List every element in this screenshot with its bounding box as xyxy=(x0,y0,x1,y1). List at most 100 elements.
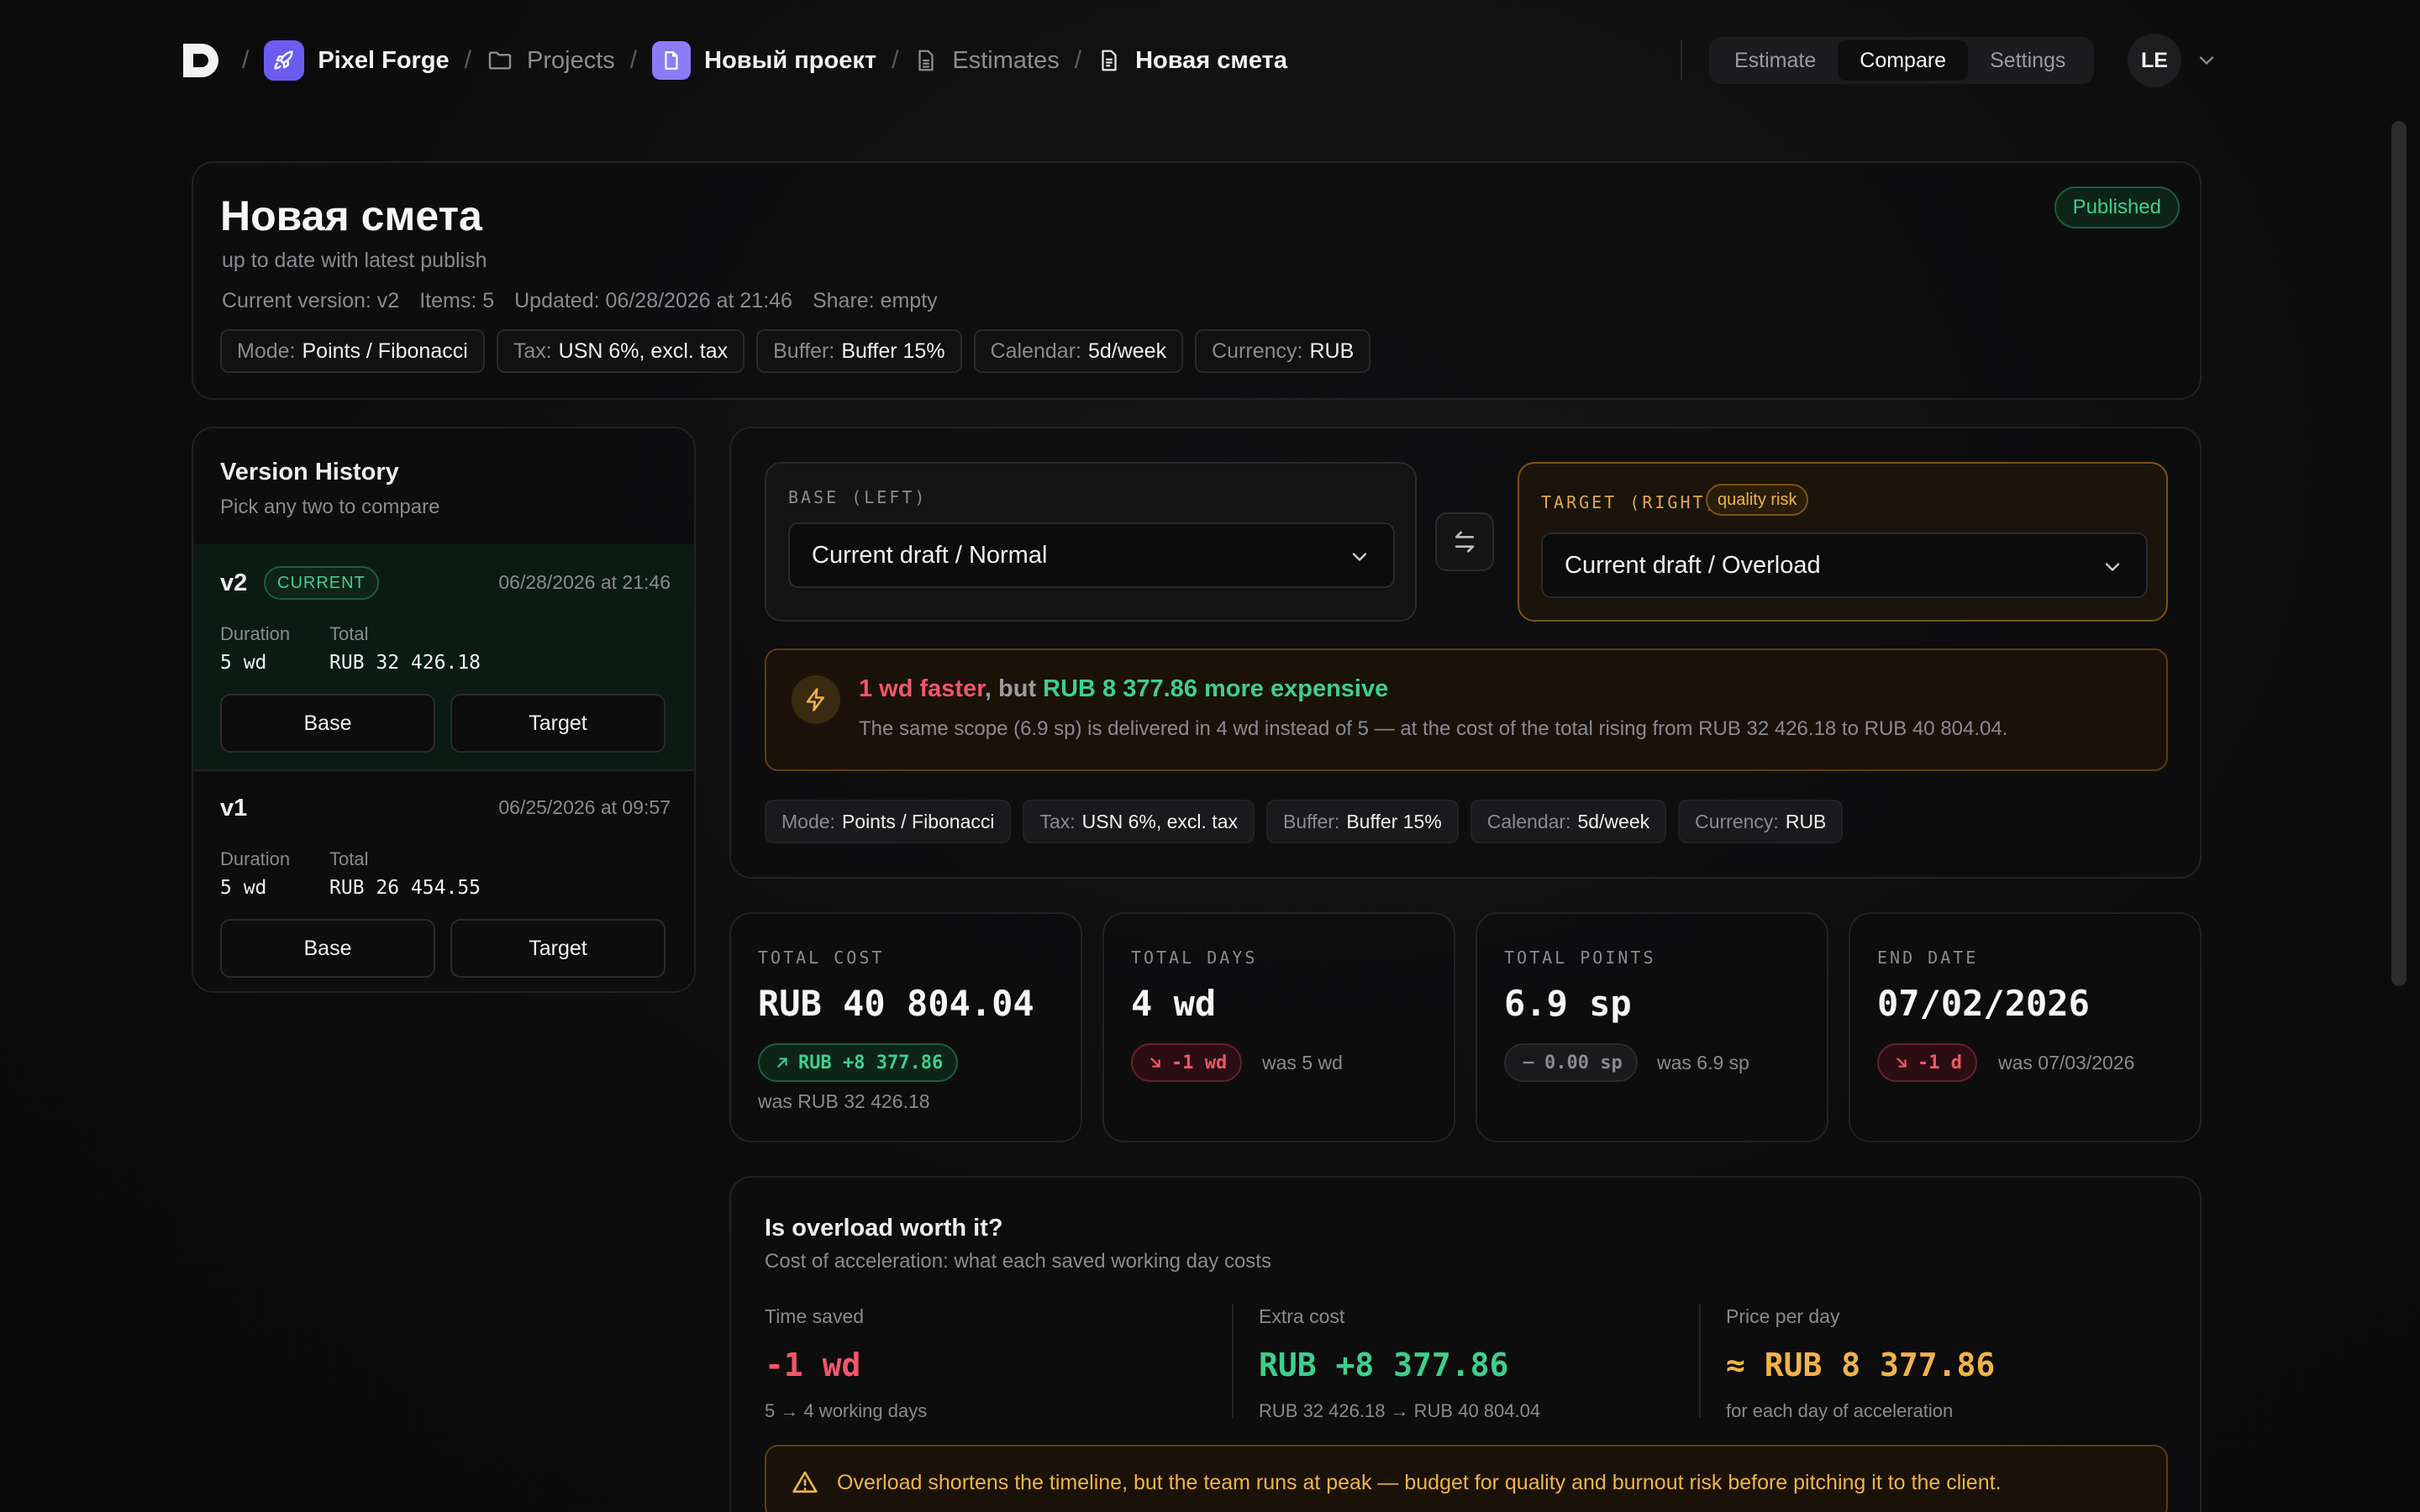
total-label: Total xyxy=(329,848,369,869)
chip-calendar: Calendar: 5d/week xyxy=(973,329,1184,373)
breadcrumb-workspace[interactable]: Pixel Forge xyxy=(264,40,450,81)
delta-badge: RUB +8 377.86 xyxy=(758,1043,959,1082)
metric-extra-cost: Extra cost RUB +8 377.86 RUB 32 426.18 →… xyxy=(1259,1305,1541,1421)
version-total: RUB 32 426.18 xyxy=(329,652,481,674)
version-item-v1[interactable]: v1 06/25/2026 at 09:57 Duration Total 5 … xyxy=(193,771,694,991)
version-date: 06/28/2026 at 21:46 xyxy=(498,571,671,593)
meta-version: Current version: v2 xyxy=(222,289,400,312)
estimate-header: Новая смета up to date with latest publi… xyxy=(192,161,2202,400)
scrollbar[interactable] xyxy=(2391,121,2407,986)
stat-value: 6.9 sp xyxy=(1504,983,1632,1024)
delta-badge: 0.00 sp xyxy=(1504,1043,1638,1082)
stat-value: RUB 40 804.04 xyxy=(758,983,1034,1024)
target-select[interactable]: Current draft / Overload xyxy=(1541,533,2148,598)
tab-compare[interactable]: Compare xyxy=(1838,40,1969,81)
target-selector: TARGET (RIGHT) quality risk Current draf… xyxy=(1518,462,2168,622)
stat-was: was RUB 32 426.18 xyxy=(758,1090,930,1112)
top-bar: / Pixel Forge / Projects / Новый проект … xyxy=(0,0,2420,119)
overload-analysis: Is overload worth it? Cost of accelerati… xyxy=(729,1176,2202,1512)
estimate-meta: Current version: v2 Items: 5 Updated: 06… xyxy=(222,289,938,313)
metric-price-per-day: Price per day ≈ RUB 8 377.86 for each da… xyxy=(1726,1305,1996,1421)
version-name: v2 xyxy=(220,570,248,596)
compare-panel: BASE (LEFT) Current draft / Normal TARGE… xyxy=(729,427,2202,879)
duration-label: Duration xyxy=(220,848,291,869)
tab-estimate[interactable]: Estimate xyxy=(1712,40,1838,81)
set-target-button[interactable]: Target xyxy=(450,919,666,978)
minus-icon xyxy=(1523,1061,1534,1064)
insight-title: 1 wd faster, but RUB 8 377.86 more expen… xyxy=(859,675,1389,702)
target-label: TARGET (RIGHT) xyxy=(1541,492,1718,512)
version-history-title: Version History xyxy=(220,459,399,486)
chip-currency: Currency: RUB xyxy=(1195,329,1371,373)
meta-items: Items: 5 xyxy=(419,289,495,312)
version-item-v2[interactable]: v2 CURRENT 06/28/2026 at 21:46 Duration … xyxy=(193,544,694,769)
document-icon xyxy=(1102,50,1117,71)
view-switcher: Estimate Compare Settings xyxy=(1709,37,2094,84)
lightning-icon xyxy=(792,675,840,724)
avatar[interactable]: LE xyxy=(2128,34,2181,87)
stat-label: TOTAL POINTS xyxy=(1504,948,1656,968)
base-select[interactable]: Current draft / Normal xyxy=(788,522,1395,588)
rocket-icon xyxy=(264,40,305,81)
breadcrumb-projects[interactable]: Projects xyxy=(487,47,615,75)
chip-buffer: Buffer: Buffer 15% xyxy=(1266,800,1459,843)
chip-calendar: Calendar: 5d/week xyxy=(1470,800,1667,843)
delta-badge: -1 d xyxy=(1877,1043,1977,1082)
chevron-down-icon xyxy=(1352,553,1367,561)
chevron-down-icon[interactable] xyxy=(2195,49,2218,72)
chip-tax: Tax: USN 6%, excl. tax xyxy=(1023,800,1255,843)
status-badge: Published xyxy=(2054,186,2180,228)
chip-currency: Currency: RUB xyxy=(1678,800,1844,843)
quality-risk-badge: quality risk xyxy=(1706,484,1809,516)
base-label: BASE (LEFT) xyxy=(788,487,928,507)
analysis-subtitle: Cost of acceleration: what each saved wo… xyxy=(765,1250,1271,1273)
version-duration: 5 wd xyxy=(220,652,267,674)
analysis-title: Is overload worth it? xyxy=(765,1215,1003,1242)
stat-label: TOTAL DAYS xyxy=(1131,948,1258,968)
breadcrumb-project[interactable]: Новый проект xyxy=(652,41,876,80)
set-base-button[interactable]: Base xyxy=(220,694,435,753)
breadcrumb-estimates[interactable]: Estimates xyxy=(913,47,1060,75)
arrow-down-right-icon xyxy=(1150,1058,1160,1068)
tab-settings[interactable]: Settings xyxy=(1968,40,2087,81)
divider xyxy=(1232,1304,1234,1418)
chip-mode: Mode: Points / Fibonacci xyxy=(220,329,485,373)
set-target-button[interactable]: Target xyxy=(450,694,666,753)
settings-chips: Mode: Points / Fibonacci Tax: USN 6%, excl… xyxy=(220,329,1371,373)
current-badge: CURRENT xyxy=(264,566,379,600)
swap-button[interactable] xyxy=(1435,512,1494,571)
version-duration: 5 wd xyxy=(220,877,267,899)
version-total: RUB 26 454.55 xyxy=(329,877,481,899)
breadcrumb-current: Новая смета xyxy=(1097,47,1287,75)
divider xyxy=(1681,40,1682,81)
version-history-subtitle: Pick any two to compare xyxy=(220,496,440,518)
version-date: 06/25/2026 at 09:57 xyxy=(498,796,671,818)
stat-was: was 5 wd xyxy=(1262,1052,1343,1074)
arrow-down-right-icon xyxy=(1897,1058,1907,1068)
app-logo-icon[interactable] xyxy=(180,40,222,81)
stat-was: was 07/03/2026 xyxy=(1998,1052,2135,1074)
meta-share: Share: empty xyxy=(812,289,938,312)
delta-badge: -1 wd xyxy=(1131,1043,1243,1082)
chevron-down-icon xyxy=(2105,563,2120,571)
chip-mode: Mode: Points / Fibonacci xyxy=(765,800,1012,843)
stat-total-points: TOTAL POINTS 6.9 sp 0.00 sp was 6.9 sp xyxy=(1476,912,1828,1142)
chip-buffer: Buffer: Buffer 15% xyxy=(756,329,962,373)
spreadsheet-icon xyxy=(918,50,934,71)
page-subtitle: up to date with latest publish xyxy=(222,249,487,272)
stat-total-cost: TOTAL COST RUB 40 804.04 RUB +8 377.86 w… xyxy=(729,912,1082,1142)
metric-time-saved: Time saved -1 wd 5 → 4 working days xyxy=(765,1305,928,1421)
comparison-insight: 1 wd faster, but RUB 8 377.86 more expen… xyxy=(765,648,2168,771)
stat-was: was 6.9 sp xyxy=(1657,1052,1749,1074)
compare-settings-chips: Mode: Points / Fibonacci Tax: USN 6%, excl… xyxy=(765,800,1844,843)
warning-icon xyxy=(792,1471,818,1493)
set-base-button[interactable]: Base xyxy=(220,919,435,978)
chip-tax: Tax: USN 6%, excl. tax xyxy=(496,329,745,373)
file-icon xyxy=(652,41,692,80)
stat-total-days: TOTAL DAYS 4 wd -1 wd was 5 wd xyxy=(1102,912,1455,1142)
stat-value: 07/02/2026 xyxy=(1877,983,2090,1024)
total-label: Total xyxy=(329,623,369,644)
stat-label: TOTAL COST xyxy=(758,948,885,968)
folder-icon xyxy=(488,51,512,70)
base-selector: BASE (LEFT) Current draft / Normal xyxy=(765,462,1417,622)
